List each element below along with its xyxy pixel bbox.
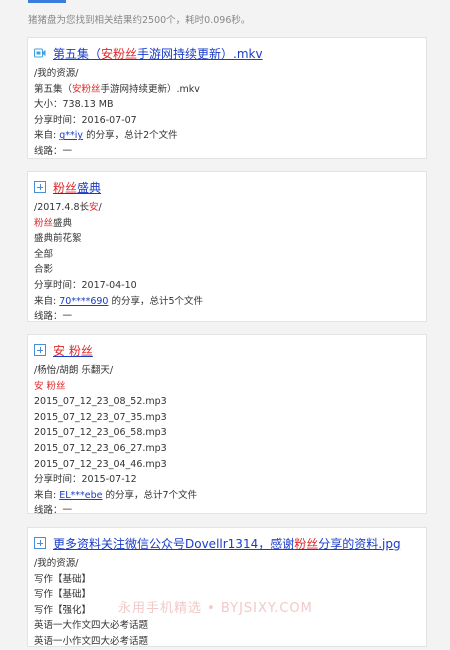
result-filename: 第五集（安粉丝手游网持续更新）.mkv	[34, 83, 200, 95]
file-entry: 粉丝盛典	[34, 217, 73, 229]
share-time: 分享时间：2017-04-10	[34, 279, 137, 291]
file-entry: 2015_07_12_23_06_58.mp3	[34, 427, 167, 439]
result-title-link[interactable]: 更多资料关注微信公众号Dovellr1314，感谢粉丝分享的资料.jpg	[53, 535, 401, 552]
uploader-link[interactable]: g**iy	[59, 130, 83, 141]
route-label: 线路：一	[34, 505, 73, 517]
file-entry: 2015_07_12_23_08_52.mp3	[34, 396, 167, 408]
route-label: 线路：一	[34, 145, 73, 157]
file-entry: 2015_07_12_23_06_27.mp3	[34, 442, 167, 454]
share-source: 来自: g**iy 的分享，总计2个文件	[34, 130, 178, 142]
file-entry: 盛典前花絮	[34, 233, 82, 245]
share-source: 来自: 70****690 的分享，总计5个文件	[34, 295, 204, 307]
search-summary: 猪猪盘为您找到相关结果约2500个，耗时0.096秒。	[28, 15, 251, 26]
expand-plus-icon[interactable]	[34, 181, 46, 193]
share-time: 分享时间：2015-07-12	[34, 474, 137, 486]
result-title-link[interactable]: 安 粉丝	[53, 342, 93, 359]
file-size: 大小：738.13 MB	[34, 99, 114, 111]
result-path: /我的资源/	[34, 68, 79, 79]
result-path: /2017.4.8长安/	[34, 202, 102, 213]
result-title-link[interactable]: 第五集（安粉丝手游网持续更新）.mkv	[53, 45, 263, 62]
file-entry: 安 粉丝	[34, 380, 66, 392]
share-time: 分享时间：2016-07-07	[34, 114, 137, 126]
result-card: 粉丝盛典 /2017.4.8长安/ 粉丝盛典 盛典前花絮 全部 合影 分享时间：…	[27, 171, 427, 322]
result-card: 第五集（安粉丝手游网持续更新）.mkv /我的资源/ 第五集（安粉丝手游网持续更…	[27, 37, 427, 159]
result-card: 更多资料关注微信公众号Dovellr1314，感谢粉丝分享的资料.jpg /我的…	[27, 527, 427, 647]
watermark: 永用手机精选 • BYJSIXY.COM	[118, 601, 313, 616]
result-title-link[interactable]: 粉丝盛典	[53, 179, 101, 196]
result-path: /杨怡/胡朗 乐翻天/	[34, 365, 114, 376]
video-file-icon	[34, 48, 46, 58]
result-card: 安 粉丝 /杨怡/胡朗 乐翻天/ 安 粉丝 2015_07_12_23_08_5…	[27, 334, 427, 516]
route-label: 线路：一	[34, 311, 73, 323]
file-entry: 合影	[34, 264, 54, 276]
file-entry: 英语一小作文四大必考话题	[34, 635, 149, 647]
file-entry: 写作【基础】	[34, 573, 92, 585]
expand-plus-icon[interactable]	[34, 344, 46, 356]
expand-plus-icon[interactable]	[34, 537, 46, 549]
file-entry: 全部	[34, 248, 54, 260]
active-tab-indicator	[28, 0, 66, 3]
uploader-link[interactable]: 70****690	[59, 296, 108, 307]
uploader-link[interactable]: EL***ebe	[59, 490, 102, 501]
file-entry: 2015_07_12_23_04_46.mp3	[34, 458, 167, 470]
result-path: /我的资源/	[34, 558, 79, 569]
file-entry: 2015_07_12_23_07_35.mp3	[34, 411, 167, 423]
share-source: 来自: EL***ebe 的分享，总计7个文件	[34, 489, 198, 501]
